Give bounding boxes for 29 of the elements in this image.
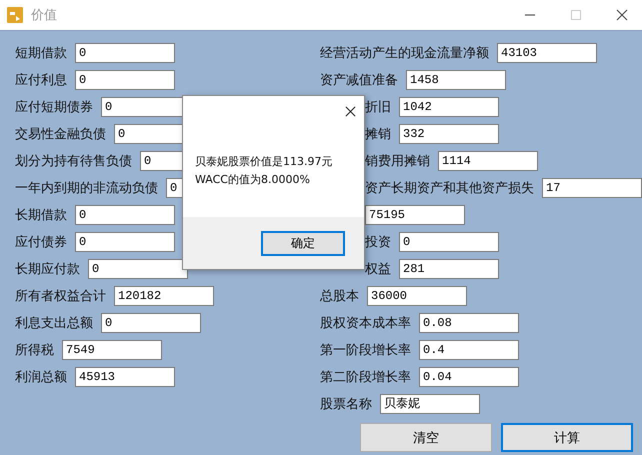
field-label: 第一阶段增长率 [320,342,411,358]
field-label: 长期借款 [15,206,67,224]
field-label: 交易性金融负债 [15,126,106,142]
field-label: 利润总额 [15,368,67,386]
field-label: 权益 [365,260,391,278]
field-label: 经营活动产生的现金流量净额 [320,44,489,62]
field-label: 一年内到期的非流动负债 [15,180,158,196]
field-label: 应付债券 [15,234,67,250]
field-label: 划分为持有待售负债 [15,152,132,170]
field-label: 股权资本成本率 [320,314,411,332]
field-label: 销费用摊销 [365,152,430,170]
field-label: 所有者权益合计 [15,288,106,304]
field-label: 摊销 [365,126,391,142]
field-label: 资产减值准备 [320,72,398,88]
message-text: 贝泰妮股票价值是113.97元 [195,154,334,169]
field-label: 总股本 [320,288,359,304]
field-label: 资产长期资产和其他资产损失 [365,180,534,196]
field-label: 所得税 [15,342,54,358]
field-label: 应付利息 [15,72,67,88]
field-label: 应付短期债券 [15,98,93,116]
field-label: 利息支出总额 [15,314,93,332]
field-label: 第二阶段增长率 [320,368,411,386]
field-label: 投资 [365,234,391,250]
window-title: 价值 [31,7,57,24]
field-label: 折旧 [365,98,391,116]
field-label: 短期借款 [15,44,67,62]
field-label: 股票名称 [320,396,372,412]
field-label: 长期应付款 [15,260,80,278]
message-text: WACC的值为8.0000% [195,172,311,187]
